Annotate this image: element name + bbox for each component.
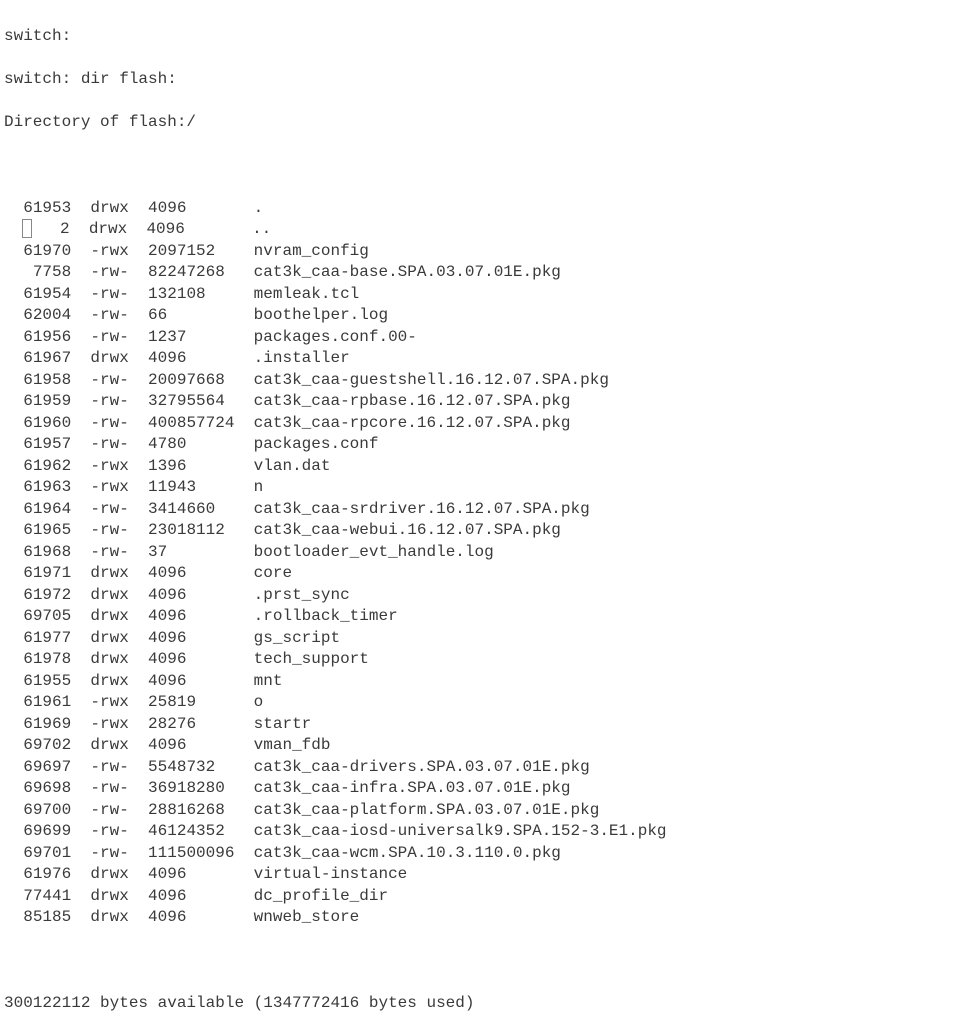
- dir-row: 69701 -rw- 111500096 cat3k_caa-wcm.SPA.1…: [4, 843, 975, 865]
- dir-row: 61961 -rwx 25819 o: [4, 692, 975, 714]
- dir-listing: 61953 drwx 4096 . 2 drwx 4096 .. 61970 -…: [4, 198, 975, 929]
- dir-row: 61953 drwx 4096 .: [4, 198, 975, 220]
- dir-row: 61970 -rwx 2097152 nvram_config: [4, 241, 975, 263]
- dir-row: 61964 -rw- 3414660 cat3k_caa-srdriver.16…: [4, 499, 975, 521]
- dir-row: 61968 -rw- 37 bootloader_evt_handle.log: [4, 542, 975, 564]
- dir-row: 61957 -rw- 4780 packages.conf: [4, 434, 975, 456]
- dir-row: 61958 -rw- 20097668 cat3k_caa-guestshell…: [4, 370, 975, 392]
- dir-footer: 300122112 bytes available (1347772416 by…: [4, 993, 975, 1015]
- dir-row: 77441 drwx 4096 dc_profile_dir: [4, 886, 975, 908]
- dir-row: 85185 drwx 4096 wnweb_store: [4, 907, 975, 929]
- dir-row: 69698 -rw- 36918280 cat3k_caa-infra.SPA.…: [4, 778, 975, 800]
- dir-row: 61963 -rwx 11943 n: [4, 477, 975, 499]
- dir-row: 69699 -rw- 46124352 cat3k_caa-iosd-unive…: [4, 821, 975, 843]
- dir-row: 69705 drwx 4096 .rollback_timer: [4, 606, 975, 628]
- dir-row: 61954 -rw- 132108 memleak.tcl: [4, 284, 975, 306]
- blank-line: [4, 950, 975, 972]
- dir-row: 61976 drwx 4096 virtual-instance: [4, 864, 975, 886]
- dir-row: 61972 drwx 4096 .prst_sync: [4, 585, 975, 607]
- dir-row: 61956 -rw- 1237 packages.conf.00-: [4, 327, 975, 349]
- terminal-output: switch: switch: dir flash: Directory of …: [0, 0, 975, 1036]
- dir-row: 61971 drwx 4096 core: [4, 563, 975, 585]
- prompt-line: switch:: [4, 26, 975, 48]
- dir-row: 61962 -rwx 1396 vlan.dat: [4, 456, 975, 478]
- dir-row: 61960 -rw- 400857724 cat3k_caa-rpcore.16…: [4, 413, 975, 435]
- blank-line: [4, 155, 975, 177]
- dir-row: 69702 drwx 4096 vman_fdb: [4, 735, 975, 757]
- dir-row: 61969 -rwx 28276 startr: [4, 714, 975, 736]
- prompt-line: switch: dir flash:: [4, 69, 975, 91]
- dir-row: 2 drwx 4096 ..: [4, 219, 975, 241]
- cursor-icon: [22, 219, 32, 238]
- dir-row: 62004 -rw- 66 boothelper.log: [4, 305, 975, 327]
- dir-row: 7758 -rw- 82247268 cat3k_caa-base.SPA.03…: [4, 262, 975, 284]
- dir-row: 61967 drwx 4096 .installer: [4, 348, 975, 370]
- dir-row: 61959 -rw- 32795564 cat3k_caa-rpbase.16.…: [4, 391, 975, 413]
- dir-row: 61965 -rw- 23018112 cat3k_caa-webui.16.1…: [4, 520, 975, 542]
- dir-row: 69697 -rw- 5548732 cat3k_caa-drivers.SPA…: [4, 757, 975, 779]
- dir-row: 69700 -rw- 28816268 cat3k_caa-platform.S…: [4, 800, 975, 822]
- dir-row: 61977 drwx 4096 gs_script: [4, 628, 975, 650]
- dir-header: Directory of flash:/: [4, 112, 975, 134]
- dir-row: 61955 drwx 4096 mnt: [4, 671, 975, 693]
- dir-row: 61978 drwx 4096 tech_support: [4, 649, 975, 671]
